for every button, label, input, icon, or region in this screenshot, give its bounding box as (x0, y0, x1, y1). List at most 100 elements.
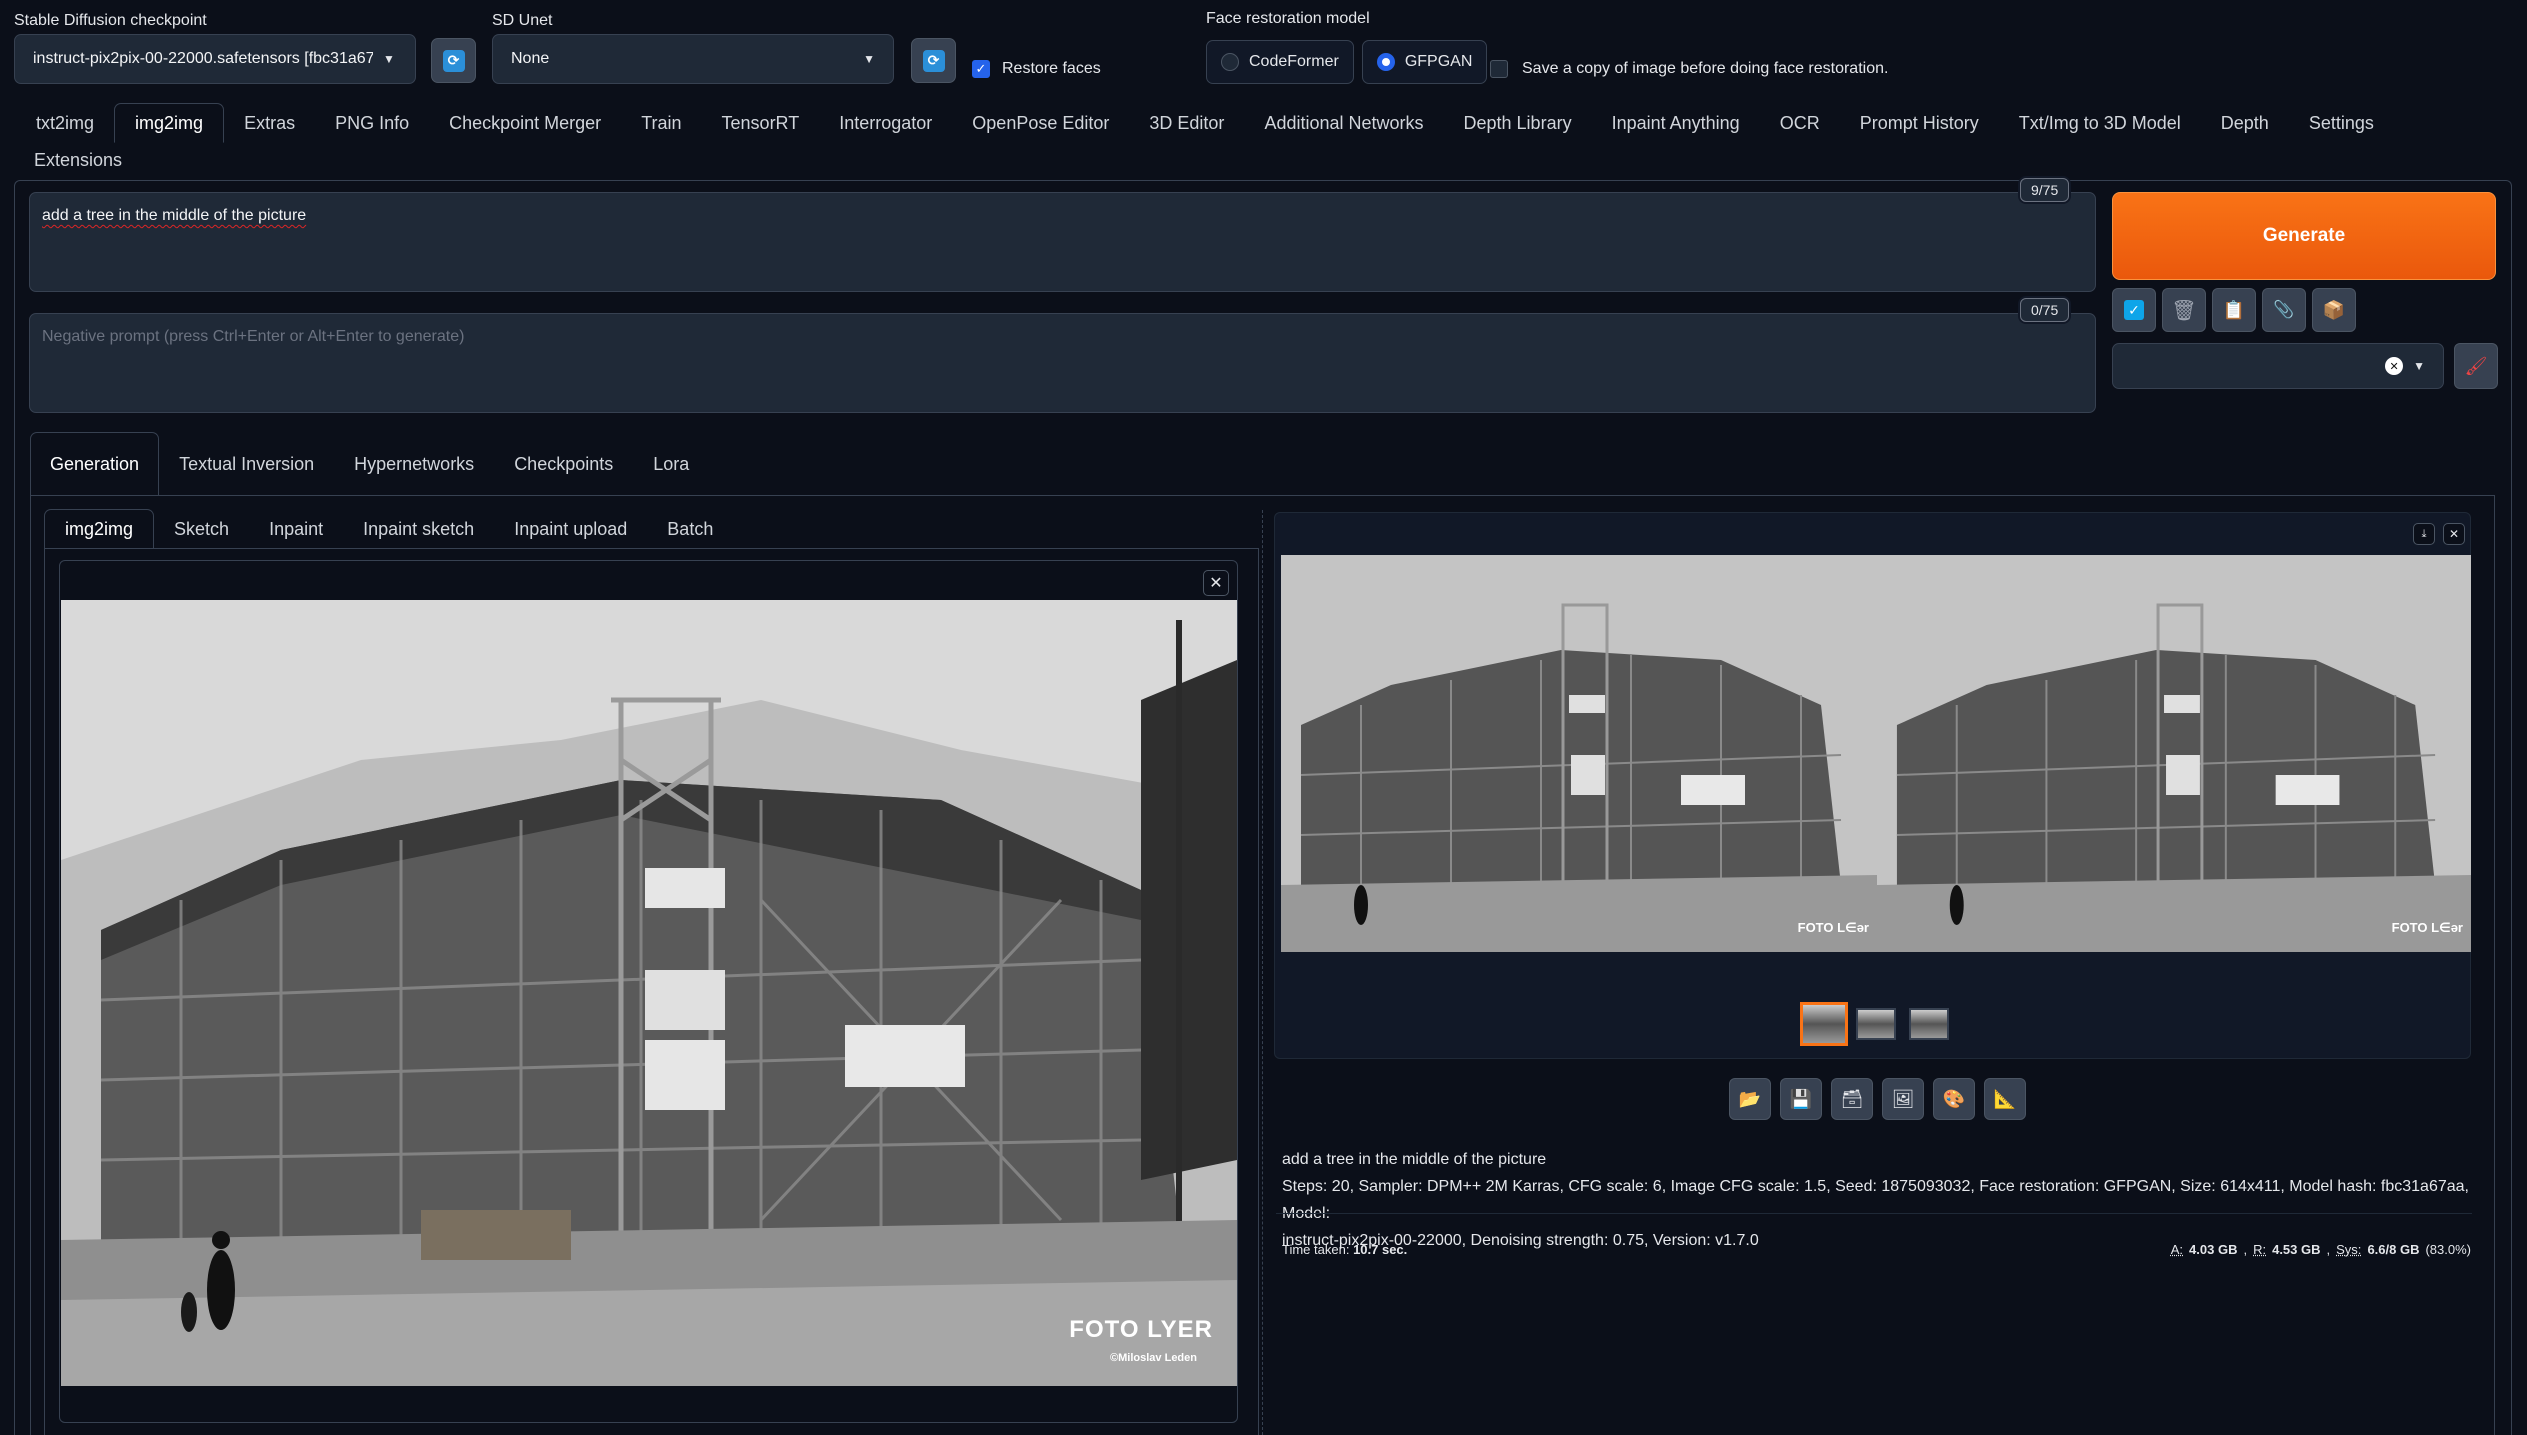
tab-interrogator[interactable]: Interrogator (819, 103, 952, 143)
building-photo (1877, 555, 2471, 952)
trash-icon: 🗑 (2171, 299, 2197, 322)
chevron-down-icon: ▼ (2413, 359, 2425, 373)
tab-mode-sketch[interactable]: Sketch (154, 509, 249, 549)
prompt-input[interactable]: add a tree in the middle of the picture (29, 192, 2096, 292)
tab-3d-editor[interactable]: 3D Editor (1129, 103, 1244, 143)
negative-prompt-placeholder: Negative prompt (press Ctrl+Enter or Alt… (42, 328, 465, 345)
output-image-1[interactable]: FOTO L∈ər (1281, 555, 1877, 952)
download-icon[interactable]: ⤓ (2413, 523, 2435, 545)
archive-icon: 🗃 (1840, 1088, 1864, 1109)
thumbnail-image-1[interactable] (1856, 1008, 1896, 1040)
info-prompt: add a tree in the middle of the picture (1282, 1151, 1547, 1168)
watermark-logo: FOTO L∈ər (1797, 920, 1869, 935)
refresh-unet-button[interactable]: ⟳ (911, 38, 956, 83)
tab-train[interactable]: Train (621, 103, 701, 143)
tab-textual-inversion[interactable]: Textual Inversion (159, 432, 334, 496)
chevron-down-icon: ▼ (863, 52, 875, 66)
mode-tab-bar: img2img Sketch Inpaint Inpaint sketch In… (44, 509, 733, 549)
styles-dropdown[interactable]: ✕ ▼ (2112, 343, 2444, 389)
thumbnail-image-2[interactable] (1909, 1008, 1949, 1040)
refresh-checkpoint-button[interactable]: ⟳ (431, 38, 476, 83)
tab-hypernetworks[interactable]: Hypernetworks (334, 432, 494, 496)
watermark-logo: FOTO L∈ər (2391, 920, 2463, 935)
close-icon[interactable]: ✕ (1203, 570, 1229, 596)
tab-prompt-history[interactable]: Prompt History (1840, 103, 1999, 143)
mem-sys-label: Sys: (2336, 1242, 2362, 1257)
tab-ocr[interactable]: OCR (1760, 103, 1840, 143)
mem-a-value: 4.03 GB (2189, 1242, 2238, 1257)
building-photo (1281, 555, 1877, 952)
tab-txt2img[interactable]: txt2img (16, 103, 114, 143)
face-restoration-options: CodeFormer GFPGAN (1206, 40, 1488, 84)
tab-checkpoints[interactable]: Checkpoints (494, 432, 633, 496)
send-to-inpaint-button[interactable]: 🎨 (1933, 1078, 1975, 1120)
tab-mode-batch[interactable]: Batch (647, 509, 733, 549)
palette-icon: 🎨 (1942, 1088, 1966, 1109)
zip-button[interactable]: 🗃 (1831, 1078, 1873, 1120)
chevron-down-icon: ▼ (383, 52, 395, 66)
save-button[interactable]: 💾 (1780, 1078, 1822, 1120)
tab-additional-networks[interactable]: Additional Networks (1244, 103, 1443, 143)
unet-label: SD Unet (492, 12, 553, 29)
clear-prompt-button[interactable]: 🗑 (2162, 288, 2206, 332)
negative-prompt-input[interactable]: Negative prompt (press Ctrl+Enter or Alt… (29, 313, 2096, 413)
style-tools: ✓ 🗑 📋 📎 📦 (2112, 288, 2356, 332)
tab-generation[interactable]: Generation (30, 432, 160, 496)
save-copy-label: Save a copy of image before doing face r… (1522, 60, 1889, 77)
extra-networks-button[interactable]: 📦 (2312, 288, 2356, 332)
mem-r-value: 4.53 GB (2272, 1242, 2321, 1257)
tab-img2img[interactable]: img2img (114, 103, 225, 143)
mem-sys-percent: (83.0%) (2425, 1242, 2471, 1257)
tab-checkpoint-merger[interactable]: Checkpoint Merger (429, 103, 621, 143)
apply-styles-button[interactable]: ✓ (2112, 288, 2156, 332)
watermark-logo: FOTO LYER (1069, 1316, 1213, 1343)
paste-button[interactable]: 📋 (2212, 288, 2256, 332)
input-image[interactable]: FOTO LYER ©Miloslav Leden (61, 600, 1237, 1386)
tab-tensorrt[interactable]: TensorRT (702, 103, 820, 143)
tab-depth[interactable]: Depth (2201, 103, 2289, 143)
face-option-gfpgan[interactable]: GFPGAN (1361, 40, 1488, 84)
send-to-img2img-button[interactable]: 🖼 (1882, 1078, 1924, 1120)
send-to-extras-button[interactable]: 📐 (1984, 1078, 2026, 1120)
image-icon: 🖼 (1891, 1088, 1915, 1109)
tab-png-info[interactable]: PNG Info (315, 103, 429, 143)
close-icon[interactable]: ✕ (2443, 523, 2465, 545)
ruler-icon: 📐 (1993, 1088, 2017, 1109)
tab-settings[interactable]: Settings (2289, 103, 2394, 143)
refresh-icon: ⟳ (442, 49, 465, 72)
save-copy-toggle[interactable]: Save a copy of image before doing face r… (1490, 60, 1888, 78)
tab-txt-img-to-3d[interactable]: Txt/Img to 3D Model (1999, 103, 2201, 143)
clear-icon[interactable]: ✕ (2385, 357, 2404, 375)
radio-icon (1221, 53, 1239, 71)
styles-dropdown-controls: ✕ ▼ (2385, 357, 2425, 375)
tab-extras[interactable]: Extras (224, 103, 315, 143)
open-folder-button[interactable]: 📂 (1729, 1078, 1771, 1120)
tab-mode-inpaint-upload[interactable]: Inpaint upload (494, 509, 647, 549)
tab-inpaint-anything[interactable]: Inpaint Anything (1592, 103, 1760, 143)
face-restoration-label: Face restoration model (1206, 10, 1370, 27)
clipboard-icon: 📋 (2222, 299, 2246, 320)
checkbox-checked-icon[interactable]: ✓ (972, 60, 990, 78)
unet-dropdown[interactable]: None ▼ (492, 34, 894, 84)
time-value: 10.7 sec. (1353, 1242, 1408, 1257)
negative-token-counter: 0/75 (2020, 298, 2070, 322)
tab-extensions[interactable]: Extensions (14, 142, 142, 178)
tab-openpose-editor[interactable]: OpenPose Editor (952, 103, 1129, 143)
tab-mode-inpaint-sketch[interactable]: Inpaint sketch (343, 509, 494, 549)
checkbox-icon[interactable] (1490, 60, 1508, 78)
thumbnail-grid[interactable] (1800, 1002, 1848, 1046)
output-image-2[interactable]: FOTO L∈ər (1877, 555, 2471, 952)
tab-lora[interactable]: Lora (633, 432, 709, 496)
paperclip-button[interactable]: 📎 (2262, 288, 2306, 332)
tab-depth-library[interactable]: Depth Library (1444, 103, 1592, 143)
time-taken: Time taken: 10.7 sec. (1282, 1242, 1407, 1257)
tab-mode-inpaint[interactable]: Inpaint (249, 509, 343, 549)
checkpoint-dropdown[interactable]: instruct-pix2pix-00-22000.safetensors [f… (14, 34, 416, 84)
tab-mode-img2img[interactable]: img2img (44, 509, 155, 549)
restore-faces-toggle[interactable]: ✓ Restore faces (972, 60, 1101, 78)
edit-styles-button[interactable]: 🖌 (2454, 343, 2498, 389)
generate-label: Generate (2262, 225, 2346, 246)
refresh-icon: ⟳ (922, 49, 945, 72)
face-option-codeformer[interactable]: CodeFormer (1206, 40, 1354, 84)
generate-button[interactable]: Generate (2112, 192, 2496, 280)
